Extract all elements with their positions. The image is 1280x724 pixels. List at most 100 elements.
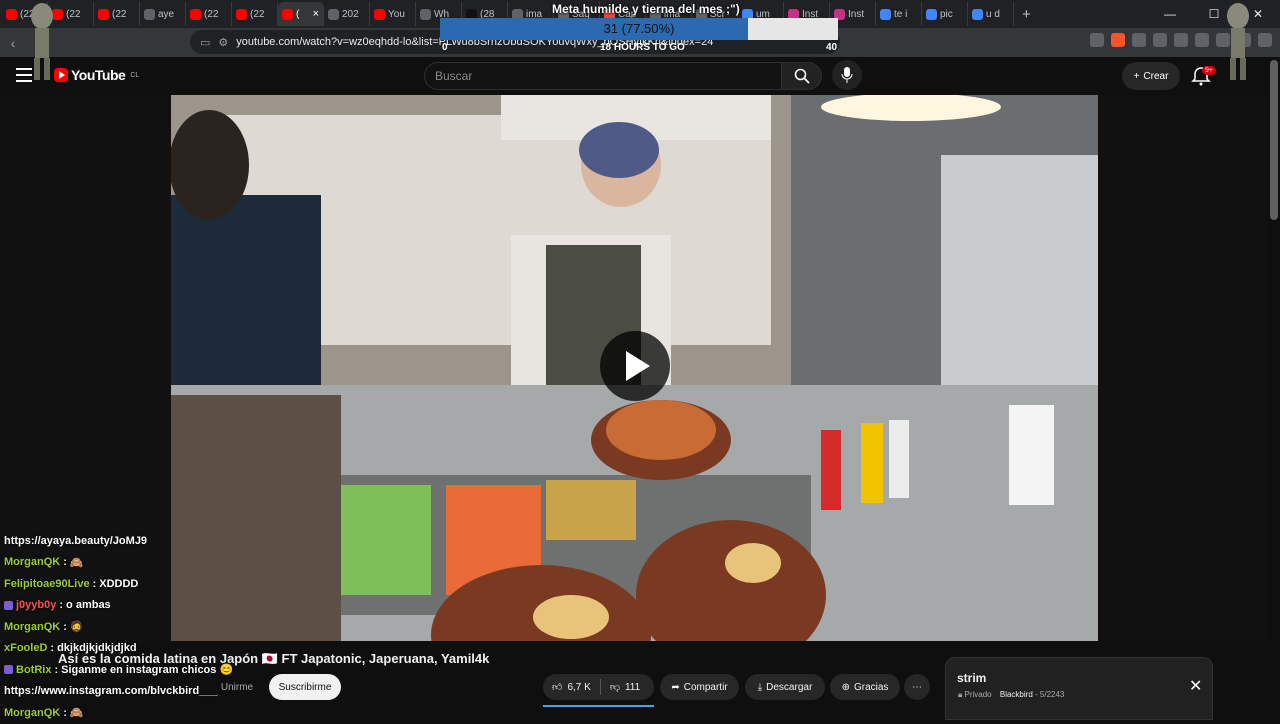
extension-icon[interactable] xyxy=(1174,33,1188,47)
chat-separator: : xyxy=(63,556,67,569)
playlist-title[interactable]: strim xyxy=(957,671,986,685)
tab-favicon-icon xyxy=(98,8,109,20)
download-icon: ⤓ xyxy=(757,681,763,693)
microphone-icon xyxy=(841,67,853,83)
browser-tab[interactable]: pic xyxy=(922,2,968,26)
chat-separator: : xyxy=(50,642,55,655)
thanks-icon: ⊕ xyxy=(841,681,850,693)
browser-tab[interactable]: You xyxy=(370,2,416,26)
search-input[interactable]: Buscar xyxy=(424,62,782,90)
tab-title: u d xyxy=(986,8,1000,20)
browser-tab[interactable]: (× xyxy=(278,2,324,26)
chat-message: MorganQK: 🙈 xyxy=(0,552,310,574)
chat-username[interactable]: BotRix xyxy=(16,664,51,676)
chat-username[interactable]: Felipitoae90Live xyxy=(4,578,90,590)
tab-title: You xyxy=(388,8,405,20)
voice-search-button[interactable] xyxy=(832,60,862,90)
new-tab-button[interactable]: + xyxy=(1014,6,1039,23)
chat-username[interactable]: MorganQK xyxy=(4,621,60,633)
plus-icon: + xyxy=(1133,70,1140,82)
chat-separator: : xyxy=(63,706,67,719)
minimize-button[interactable]: — xyxy=(1148,7,1192,21)
goal-min: 0 xyxy=(442,42,448,53)
browser-tab[interactable]: (22 xyxy=(186,2,232,26)
like-button[interactable]: 👍︎ 6,7 K xyxy=(543,674,600,700)
chat-badge-icon xyxy=(4,665,13,675)
chat-message: MorganQK: 🧔 xyxy=(0,616,310,638)
browser-tab[interactable]: te i xyxy=(876,2,922,26)
tab-title: (22 xyxy=(250,8,265,20)
tab-favicon-icon xyxy=(420,8,431,20)
chat-message: MorganQK: 🙈 xyxy=(0,702,310,724)
thumbs-up-icon: 👍︎ xyxy=(552,682,563,693)
tab-title: (22 xyxy=(66,8,81,20)
browser-tab[interactable]: u d xyxy=(968,2,1014,26)
tab-title: aye xyxy=(158,8,175,20)
extension-icon[interactable] xyxy=(1195,33,1209,47)
window-controls: — ☐ ✕ xyxy=(1148,7,1280,21)
chat-message: xFooleD: dkjkdjkjdkjdjkd xyxy=(0,638,310,660)
youtube-header: YouTube CL Buscar + Crear 9+ xyxy=(0,57,1280,95)
like-count: 6,7 K xyxy=(567,681,591,693)
goal-progress-bar: 31 (77.50%) xyxy=(440,18,838,40)
browser-tab[interactable]: (22 xyxy=(94,2,140,26)
chat-separator: : xyxy=(92,577,97,590)
tab-title: Inst xyxy=(848,8,865,20)
chat-username[interactable]: xFooleD xyxy=(4,642,47,654)
download-label: Descargar xyxy=(766,681,813,693)
chat-message: https://www.instagram.com/blvckbird___ xyxy=(0,681,310,703)
search-button[interactable] xyxy=(782,62,822,90)
browser-tab[interactable]: 202 xyxy=(324,2,370,26)
youtube-logo[interactable]: YouTube CL xyxy=(54,67,139,83)
page-scrollbar[interactable] xyxy=(1270,60,1278,220)
download-button[interactable]: ⤓ Descargar xyxy=(745,674,825,700)
tab-title: te i xyxy=(894,8,908,20)
chat-message: BotRix: Siganme en instagram chicos 😊 xyxy=(0,659,310,681)
more-actions-button[interactable]: ⋯ xyxy=(904,674,930,700)
thanks-button[interactable]: ⊕ Gracias xyxy=(830,674,900,700)
like-underline xyxy=(543,705,654,707)
share-button[interactable]: ➦ Compartir xyxy=(660,674,739,700)
goal-time-left: 18 HOURS TO GO xyxy=(600,42,685,53)
chat-username[interactable]: j0yyb0y xyxy=(16,599,56,611)
stream-goal-overlay: 31 (77.50%) Meta humilde y tierna del me… xyxy=(440,0,838,57)
extension-icon[interactable] xyxy=(1153,33,1167,47)
extension-icon[interactable] xyxy=(1132,33,1146,47)
chat-username[interactable]: MorganQK xyxy=(4,707,60,719)
right-background xyxy=(1098,95,1268,641)
tab-favicon-icon xyxy=(972,8,983,20)
extension-icon[interactable] xyxy=(1111,33,1125,47)
close-playlist-button[interactable]: ✕ xyxy=(1189,676,1202,696)
tab-favicon-icon xyxy=(374,8,385,20)
browser-tab[interactable]: aye xyxy=(140,2,186,26)
chat-message: j0yyb0y: o ambas xyxy=(0,595,310,617)
extension-icon[interactable] xyxy=(1258,33,1272,47)
bookmark-icon[interactable]: ▭ xyxy=(200,36,210,49)
tab-title: pic xyxy=(940,8,953,20)
tab-favicon-icon xyxy=(6,8,17,20)
thanks-label: Gracias xyxy=(853,681,889,693)
share-icon: ➦ xyxy=(671,681,680,693)
playlist-owner[interactable]: Blackbird xyxy=(1000,690,1033,699)
thumbs-down-icon: 👎︎ xyxy=(609,682,620,693)
goal-title: Meta humilde y tierna del mes ;") xyxy=(552,2,740,16)
browser-tab[interactable]: (22 xyxy=(232,2,278,26)
alien-figure-icon xyxy=(1227,3,1249,80)
chat-text: o ambas xyxy=(66,599,111,612)
create-button[interactable]: + Crear xyxy=(1122,62,1180,90)
video-player[interactable] xyxy=(171,95,1098,641)
dislike-button[interactable]: 👎︎ 111 xyxy=(601,674,649,700)
tab-close-icon[interactable]: × xyxy=(313,8,319,20)
tab-title: 202 xyxy=(342,8,359,20)
chat-text: XDDDD xyxy=(99,577,139,590)
play-button[interactable] xyxy=(600,331,670,401)
chat-username[interactable]: MorganQK xyxy=(4,556,60,568)
chat-separator: : xyxy=(63,620,67,633)
playlist-meta: 🔒︎ Privado Blackbird - 5/2243 xyxy=(958,690,1065,699)
site-info-icon[interactable]: ⚙ xyxy=(218,36,228,49)
notification-badge: 9+ xyxy=(1202,66,1216,75)
tab-title: (22 xyxy=(204,8,219,20)
playlist-privacy: Privado xyxy=(964,690,992,699)
extension-icon[interactable] xyxy=(1090,33,1104,47)
playlist-position: 5/2243 xyxy=(1039,690,1065,699)
